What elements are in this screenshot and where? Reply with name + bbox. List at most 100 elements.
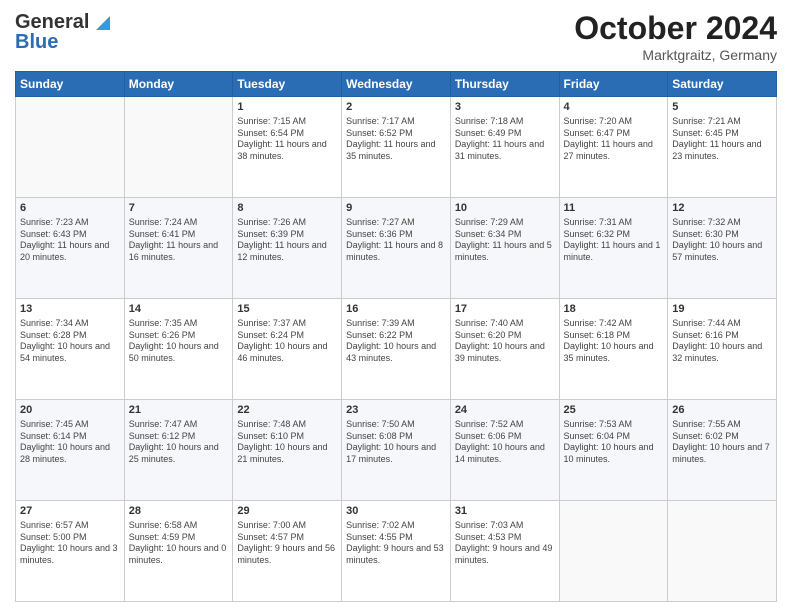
calendar-cell: 13Sunrise: 7:34 AM Sunset: 6:28 PM Dayli… — [16, 299, 125, 400]
cell-info-text: Sunrise: 7:52 AM Sunset: 6:06 PM Dayligh… — [455, 419, 555, 466]
cell-day-number: 31 — [455, 504, 555, 519]
cell-day-number: 30 — [346, 504, 446, 519]
calendar-cell: 11Sunrise: 7:31 AM Sunset: 6:32 PM Dayli… — [559, 198, 668, 299]
calendar-cell: 25Sunrise: 7:53 AM Sunset: 6:04 PM Dayli… — [559, 400, 668, 501]
cell-info-text: Sunrise: 7:20 AM Sunset: 6:47 PM Dayligh… — [564, 116, 664, 163]
cell-info-text: Sunrise: 7:15 AM Sunset: 6:54 PM Dayligh… — [237, 116, 337, 163]
cell-info-text: Sunrise: 7:24 AM Sunset: 6:41 PM Dayligh… — [129, 217, 229, 264]
calendar-cell: 14Sunrise: 7:35 AM Sunset: 6:26 PM Dayli… — [124, 299, 233, 400]
logo-blue: Blue — [15, 31, 58, 54]
calendar-cell: 26Sunrise: 7:55 AM Sunset: 6:02 PM Dayli… — [668, 400, 777, 501]
calendar-table: SundayMondayTuesdayWednesdayThursdayFrid… — [15, 71, 777, 602]
day-header-tuesday: Tuesday — [233, 72, 342, 97]
cell-day-number: 7 — [129, 201, 229, 216]
calendar-cell — [124, 97, 233, 198]
cell-day-number: 18 — [564, 302, 664, 317]
cell-day-number: 3 — [455, 100, 555, 115]
calendar-header-row: SundayMondayTuesdayWednesdayThursdayFrid… — [16, 72, 777, 97]
calendar-cell: 30Sunrise: 7:02 AM Sunset: 4:55 PM Dayli… — [342, 501, 451, 602]
calendar-cell: 15Sunrise: 7:37 AM Sunset: 6:24 PM Dayli… — [233, 299, 342, 400]
cell-info-text: Sunrise: 7:47 AM Sunset: 6:12 PM Dayligh… — [129, 419, 229, 466]
cell-day-number: 28 — [129, 504, 229, 519]
cell-day-number: 5 — [672, 100, 772, 115]
day-header-saturday: Saturday — [668, 72, 777, 97]
cell-info-text: Sunrise: 7:48 AM Sunset: 6:10 PM Dayligh… — [237, 419, 337, 466]
cell-day-number: 11 — [564, 201, 664, 216]
cell-day-number: 9 — [346, 201, 446, 216]
cell-day-number: 15 — [237, 302, 337, 317]
cell-day-number: 29 — [237, 504, 337, 519]
cell-day-number: 1 — [237, 100, 337, 115]
day-header-monday: Monday — [124, 72, 233, 97]
cell-info-text: Sunrise: 6:58 AM Sunset: 4:59 PM Dayligh… — [129, 520, 229, 567]
cell-info-text: Sunrise: 7:18 AM Sunset: 6:49 PM Dayligh… — [455, 116, 555, 163]
cell-day-number: 8 — [237, 201, 337, 216]
calendar-cell: 21Sunrise: 7:47 AM Sunset: 6:12 PM Dayli… — [124, 400, 233, 501]
cell-info-text: Sunrise: 7:35 AM Sunset: 6:26 PM Dayligh… — [129, 318, 229, 365]
calendar-cell: 17Sunrise: 7:40 AM Sunset: 6:20 PM Dayli… — [450, 299, 559, 400]
cell-info-text: Sunrise: 7:29 AM Sunset: 6:34 PM Dayligh… — [455, 217, 555, 264]
calendar-cell — [559, 501, 668, 602]
cell-info-text: Sunrise: 7:27 AM Sunset: 6:36 PM Dayligh… — [346, 217, 446, 264]
cell-info-text: Sunrise: 7:42 AM Sunset: 6:18 PM Dayligh… — [564, 318, 664, 365]
cell-info-text: Sunrise: 7:39 AM Sunset: 6:22 PM Dayligh… — [346, 318, 446, 365]
cell-day-number: 21 — [129, 403, 229, 418]
calendar-cell: 8Sunrise: 7:26 AM Sunset: 6:39 PM Daylig… — [233, 198, 342, 299]
cell-day-number: 25 — [564, 403, 664, 418]
location: Marktgraitz, Germany — [574, 47, 777, 63]
calendar-cell: 29Sunrise: 7:00 AM Sunset: 4:57 PM Dayli… — [233, 501, 342, 602]
cell-info-text: Sunrise: 7:44 AM Sunset: 6:16 PM Dayligh… — [672, 318, 772, 365]
calendar-week-2: 13Sunrise: 7:34 AM Sunset: 6:28 PM Dayli… — [16, 299, 777, 400]
cell-info-text: Sunrise: 7:21 AM Sunset: 6:45 PM Dayligh… — [672, 116, 772, 163]
title-block: October 2024 Marktgraitz, Germany — [574, 10, 777, 63]
cell-info-text: Sunrise: 7:37 AM Sunset: 6:24 PM Dayligh… — [237, 318, 337, 365]
calendar-cell: 1Sunrise: 7:15 AM Sunset: 6:54 PM Daylig… — [233, 97, 342, 198]
cell-day-number: 17 — [455, 302, 555, 317]
cell-info-text: Sunrise: 7:26 AM Sunset: 6:39 PM Dayligh… — [237, 217, 337, 264]
day-header-friday: Friday — [559, 72, 668, 97]
cell-day-number: 20 — [20, 403, 120, 418]
cell-day-number: 14 — [129, 302, 229, 317]
cell-info-text: Sunrise: 7:23 AM Sunset: 6:43 PM Dayligh… — [20, 217, 120, 264]
cell-day-number: 6 — [20, 201, 120, 216]
calendar-cell: 19Sunrise: 7:44 AM Sunset: 6:16 PM Dayli… — [668, 299, 777, 400]
cell-day-number: 4 — [564, 100, 664, 115]
cell-day-number: 27 — [20, 504, 120, 519]
calendar-week-3: 20Sunrise: 7:45 AM Sunset: 6:14 PM Dayli… — [16, 400, 777, 501]
logo-triangle-icon — [92, 12, 110, 35]
calendar-cell: 3Sunrise: 7:18 AM Sunset: 6:49 PM Daylig… — [450, 97, 559, 198]
cell-info-text: Sunrise: 7:02 AM Sunset: 4:55 PM Dayligh… — [346, 520, 446, 567]
calendar-week-4: 27Sunrise: 6:57 AM Sunset: 5:00 PM Dayli… — [16, 501, 777, 602]
calendar-cell: 7Sunrise: 7:24 AM Sunset: 6:41 PM Daylig… — [124, 198, 233, 299]
cell-info-text: Sunrise: 7:32 AM Sunset: 6:30 PM Dayligh… — [672, 217, 772, 264]
cell-info-text: Sunrise: 7:40 AM Sunset: 6:20 PM Dayligh… — [455, 318, 555, 365]
calendar-cell: 31Sunrise: 7:03 AM Sunset: 4:53 PM Dayli… — [450, 501, 559, 602]
cell-info-text: Sunrise: 7:00 AM Sunset: 4:57 PM Dayligh… — [237, 520, 337, 567]
calendar-cell: 4Sunrise: 7:20 AM Sunset: 6:47 PM Daylig… — [559, 97, 668, 198]
day-header-thursday: Thursday — [450, 72, 559, 97]
calendar-cell: 5Sunrise: 7:21 AM Sunset: 6:45 PM Daylig… — [668, 97, 777, 198]
cell-day-number: 12 — [672, 201, 772, 216]
calendar-cell: 23Sunrise: 7:50 AM Sunset: 6:08 PM Dayli… — [342, 400, 451, 501]
cell-day-number: 24 — [455, 403, 555, 418]
cell-info-text: Sunrise: 7:53 AM Sunset: 6:04 PM Dayligh… — [564, 419, 664, 466]
header: General Blue October 2024 Marktgraitz, G… — [15, 10, 777, 63]
calendar-week-1: 6Sunrise: 7:23 AM Sunset: 6:43 PM Daylig… — [16, 198, 777, 299]
cell-day-number: 26 — [672, 403, 772, 418]
calendar-cell: 28Sunrise: 6:58 AM Sunset: 4:59 PM Dayli… — [124, 501, 233, 602]
calendar-cell: 9Sunrise: 7:27 AM Sunset: 6:36 PM Daylig… — [342, 198, 451, 299]
calendar-cell: 20Sunrise: 7:45 AM Sunset: 6:14 PM Dayli… — [16, 400, 125, 501]
calendar-week-0: 1Sunrise: 7:15 AM Sunset: 6:54 PM Daylig… — [16, 97, 777, 198]
cell-info-text: Sunrise: 7:45 AM Sunset: 6:14 PM Dayligh… — [20, 419, 120, 466]
cell-day-number: 10 — [455, 201, 555, 216]
day-header-sunday: Sunday — [16, 72, 125, 97]
cell-day-number: 19 — [672, 302, 772, 317]
cell-day-number: 2 — [346, 100, 446, 115]
calendar-cell: 24Sunrise: 7:52 AM Sunset: 6:06 PM Dayli… — [450, 400, 559, 501]
calendar-cell: 12Sunrise: 7:32 AM Sunset: 6:30 PM Dayli… — [668, 198, 777, 299]
cell-day-number: 22 — [237, 403, 337, 418]
page: General Blue October 2024 Marktgraitz, G… — [0, 0, 792, 612]
month-title: October 2024 — [574, 10, 777, 47]
cell-info-text: Sunrise: 7:50 AM Sunset: 6:08 PM Dayligh… — [346, 419, 446, 466]
calendar-cell — [668, 501, 777, 602]
